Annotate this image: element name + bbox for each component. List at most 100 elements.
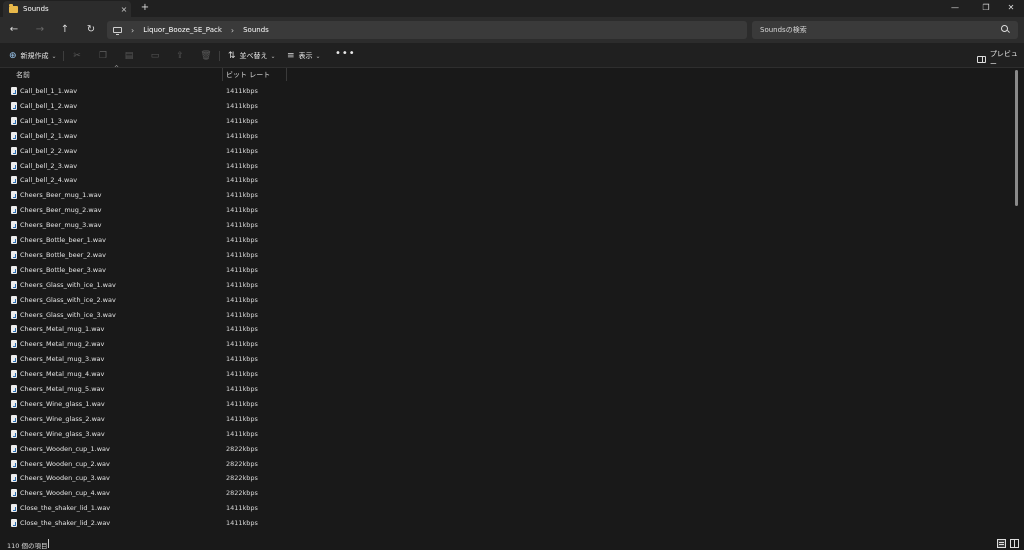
file-row[interactable]: Cheers_Bottle_beer_3.wav 1411kbps [0,263,1012,278]
file-bitrate: 1411kbps [226,206,258,215]
file-row[interactable]: Call_bell_2_1.wav 1411kbps [0,129,1012,144]
rename-icon[interactable]: ▭ [148,49,162,63]
file-bitrate: 2822kbps [226,459,258,468]
cut-icon[interactable]: ✂ [70,49,84,63]
audio-file-icon [11,444,17,453]
file-row[interactable]: Cheers_Wooden_cup_4.wav 2822kbps [0,486,1012,501]
back-arrow-icon[interactable]: ← [6,22,22,38]
search-input[interactable]: Soundsの検索 [752,21,1018,39]
refresh-icon[interactable]: ↻ [83,22,99,38]
file-name: Cheers_Wooden_cup_1.wav [20,444,110,453]
file-row[interactable]: Cheers_Beer_mug_1.wav 1411kbps [0,188,1012,203]
copy-icon[interactable]: ❐ [96,49,110,63]
new-tab-button[interactable]: + [138,1,152,15]
tab-title: Sounds [23,5,49,13]
file-row[interactable]: Cheers_Wine_glass_1.wav 1411kbps [0,397,1012,412]
file-name: Call_bell_2_3.wav [20,161,78,170]
file-bitrate: 1411kbps [226,340,258,349]
file-name: Cheers_Bottle_beer_1.wav [20,236,106,244]
file-bitrate: 1411kbps [226,399,258,408]
sort-button[interactable]: ⇅ 並べ替え ⌄ [228,49,276,63]
file-row[interactable]: Cheers_Beer_mug_2.wav 1411kbps [0,203,1012,218]
search-icon[interactable] [1000,24,1012,36]
audio-file-icon [11,325,17,334]
close-window-icon[interactable]: ✕ [996,0,1024,16]
audio-file-icon [11,310,17,319]
paste-icon[interactable]: ▤ [122,49,136,63]
tiles-view-icon[interactable] [1010,539,1019,548]
file-row[interactable]: Cheers_Metal_mug_1.wav 1411kbps [0,322,1012,337]
status-bar: 110 個の項目 [0,538,1024,550]
file-bitrate: 1411kbps [226,414,258,423]
forward-arrow-icon[interactable]: → [32,22,48,38]
file-row[interactable]: Cheers_Bottle_beer_2.wav 1411kbps [0,248,1012,263]
file-row[interactable]: Close_the_shaker_lid_1.wav 1411kbps [0,501,1012,516]
file-row[interactable]: Call_bell_1_1.wav 1411kbps [0,84,1012,99]
file-row[interactable]: Call_bell_2_3.wav 1411kbps [0,159,1012,174]
file-row[interactable]: Call_bell_2_4.wav 1411kbps [0,173,1012,188]
file-row[interactable]: Cheers_Wooden_cup_1.wav 2822kbps [0,442,1012,457]
file-name: Cheers_Wine_glass_1.wav [20,399,105,408]
preview-button-label: プレビュー [989,50,1018,68]
view-button[interactable]: ≡ 表示 ⌄ [287,49,321,63]
file-row[interactable]: Call_bell_2_2.wav 1411kbps [0,144,1012,159]
chevron-right-icon[interactable]: › [131,26,134,35]
file-name: Cheers_Glass_with_ice_2.wav [20,295,116,304]
close-tab-icon[interactable]: × [117,5,131,14]
column-divider[interactable] [222,68,223,81]
file-row[interactable]: Cheers_Bottle_beer_1.wav 1411kbps [0,233,1012,248]
sort-button-label: 並べ替え [239,52,268,60]
column-bitrate-header[interactable]: ビット レート [226,70,270,80]
file-row[interactable]: Cheers_Wooden_cup_3.wav 2822kbps [0,471,1012,486]
audio-file-icon [11,459,17,468]
minimize-icon[interactable]: — [940,0,970,16]
file-row[interactable]: Cheers_Wooden_cup_2.wav 2822kbps [0,457,1012,472]
navigation-bar: ← → ↑ ↻ › Liquor_Booze_SE_Pack › Sounds … [0,17,1024,43]
audio-file-icon [11,385,17,393]
column-name-header[interactable]: 名前 [16,70,30,80]
file-row[interactable]: Cheers_Metal_mug_5.wav 1411kbps [0,382,1012,397]
new-button[interactable]: ⊕ 新規作成 ⌄ [9,49,57,63]
file-bitrate: 1411kbps [226,325,258,334]
file-row[interactable]: Close_the_shaker_lid_2.wav 1411kbps [0,516,1012,531]
details-view-icon[interactable] [997,539,1006,548]
file-row[interactable]: Cheers_Metal_mug_2.wav 1411kbps [0,337,1012,352]
tab-sounds[interactable]: Sounds × [3,1,131,17]
file-row[interactable]: Cheers_Glass_with_ice_1.wav 1411kbps [0,278,1012,293]
sort-ascending-icon: ^ [114,65,120,72]
breadcrumb-liquor-booze-se-pack[interactable]: Liquor_Booze_SE_Pack [143,26,222,34]
file-row[interactable]: Cheers_Beer_mug_3.wav 1411kbps [0,218,1012,233]
file-name: Cheers_Metal_mug_1.wav [20,325,105,334]
more-options-button[interactable]: ••• [335,48,356,59]
preview-button[interactable]: プレビュー [977,49,1024,69]
file-name: Cheers_Glass_with_ice_1.wav [20,280,116,289]
chevron-right-icon[interactable]: › [231,26,234,35]
column-header: 名前 ^ ビット レート [0,65,1024,82]
audio-file-icon [11,250,17,259]
this-pc-icon [113,27,122,35]
file-list: Call_bell_1_1.wav 1411kbps Call_bell_1_2.w… [0,84,1012,538]
audio-file-icon [11,399,17,408]
file-name: Cheers_Wooden_cup_3.wav [20,474,110,483]
file-row[interactable]: Call_bell_1_2.wav 1411kbps [0,99,1012,114]
breadcrumb-sounds[interactable]: Sounds [243,26,269,34]
file-bitrate: 1411kbps [226,161,258,170]
chevron-down-icon: ⌄ [315,52,321,60]
delete-icon[interactable]: 🗑 [199,49,213,63]
file-row[interactable]: Cheers_Metal_mug_4.wav 1411kbps [0,367,1012,382]
address-bar[interactable]: › Liquor_Booze_SE_Pack › Sounds [107,21,747,39]
file-row[interactable]: Cheers_Glass_with_ice_2.wav 1411kbps [0,293,1012,308]
file-name: Cheers_Beer_mug_3.wav [20,221,102,230]
file-row[interactable]: Cheers_Wine_glass_3.wav 1411kbps [0,427,1012,442]
share-icon[interactable]: ⇪ [173,49,187,63]
file-row[interactable]: Call_bell_1_3.wav 1411kbps [0,114,1012,129]
vertical-scrollbar[interactable] [1015,70,1018,206]
file-row[interactable]: Cheers_Glass_with_ice_3.wav 1411kbps [0,308,1012,323]
file-row[interactable]: Cheers_Metal_mug_3.wav 1411kbps [0,352,1012,367]
column-divider[interactable] [286,68,287,81]
file-bitrate: 1411kbps [226,176,258,185]
file-bitrate: 1411kbps [226,191,258,200]
file-name: Cheers_Wooden_cup_2.wav [20,459,110,468]
up-arrow-icon[interactable]: ↑ [57,22,73,38]
file-row[interactable]: Cheers_Wine_glass_2.wav 1411kbps [0,412,1012,427]
